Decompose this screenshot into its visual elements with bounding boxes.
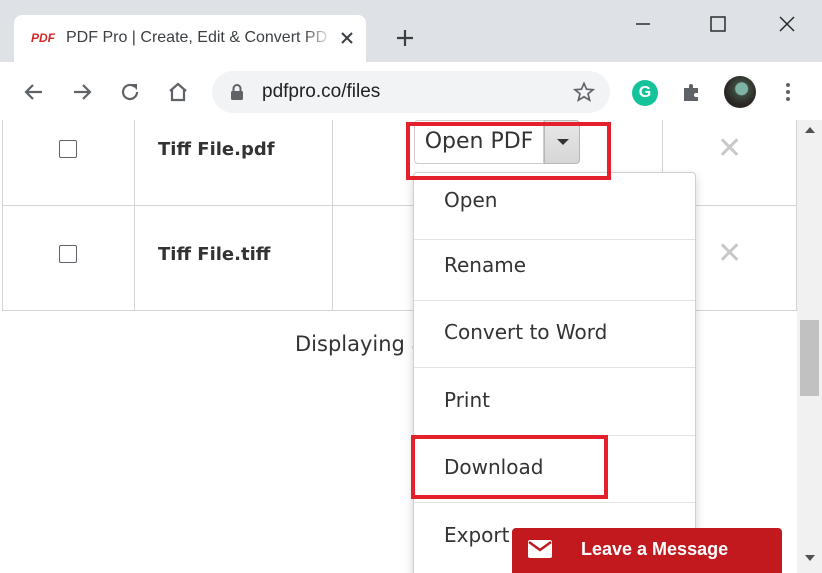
home-icon[interactable] <box>166 80 190 104</box>
back-arrow-icon[interactable] <box>22 80 46 104</box>
menu-item-label: Print <box>444 388 491 412</box>
menu-item-label: Convert to Word <box>444 320 608 344</box>
file-name[interactable]: Tiff File.tiff <box>158 244 332 265</box>
tab-title-fade <box>304 25 332 51</box>
menu-item-convert-to-word[interactable]: Convert to Word <box>414 301 695 368</box>
checkbox-cell <box>2 120 135 206</box>
page-scrollbar[interactable] <box>797 120 822 573</box>
close-window-icon[interactable] <box>777 14 797 34</box>
scroll-up-icon[interactable] <box>805 127 815 133</box>
minimize-icon[interactable] <box>633 14 653 34</box>
open-pdf-button[interactable]: Open PDF <box>414 120 544 164</box>
row-checkbox[interactable] <box>59 140 77 158</box>
menu-item-label: Rename <box>444 253 527 277</box>
file-name-cell: Tiff File.tiff <box>134 205 333 311</box>
leave-message-button[interactable]: Leave a Message <box>512 528 782 573</box>
address-bar[interactable]: pdfpro.co/files <box>212 71 610 113</box>
puzzle-icon[interactable] <box>680 80 704 104</box>
open-pdf-split-button: Open PDF <box>414 120 581 164</box>
scroll-down-icon[interactable] <box>805 555 815 561</box>
new-tab-icon[interactable] <box>395 28 415 48</box>
tab-title: PDF Pro | Create, Edit & Convert PDF <box>66 29 328 46</box>
menu-item-label: Open <box>444 188 498 212</box>
page-content: Tiff File.pdf ✕ Tiff File.tiff ✕ Display… <box>0 120 797 573</box>
url-text[interactable]: pdfpro.co/files <box>262 81 380 103</box>
file-name-cell: Tiff File.pdf <box>134 120 333 206</box>
menu-item-download[interactable]: Download <box>414 436 695 503</box>
menu-item-open[interactable]: Open <box>414 173 695 240</box>
leave-message-label: Leave a Message <box>581 539 729 559</box>
envelope-icon <box>528 540 552 558</box>
avatar[interactable] <box>724 76 756 108</box>
pdf-favicon-icon: PDF <box>31 31 55 45</box>
checkbox-cell <box>2 205 135 311</box>
reload-icon[interactable] <box>118 80 142 104</box>
menu-item-label: Export <box>444 523 510 547</box>
lock-icon[interactable] <box>230 83 244 101</box>
file-name[interactable]: Tiff File.pdf <box>158 139 332 160</box>
tab-strip: PDF PDF Pro | Create, Edit & Convert PDF <box>0 0 822 62</box>
delete-icon[interactable]: ✕ <box>717 239 796 269</box>
browser-tab[interactable]: PDF PDF Pro | Create, Edit & Convert PDF <box>14 15 366 62</box>
displaying-text: Displaying a <box>295 332 425 356</box>
dropdown-toggle-button[interactable] <box>544 120 580 164</box>
browser-toolbar: pdfpro.co/files <box>0 62 822 121</box>
actions-dropdown-menu: Open Rename Convert to Word Print Downlo… <box>413 172 696 573</box>
scrollbar-thumb[interactable] <box>800 320 819 396</box>
delete-icon[interactable]: ✕ <box>717 134 796 164</box>
grammarly-icon[interactable]: G <box>632 80 658 106</box>
kebab-menu-icon[interactable] <box>776 80 800 104</box>
star-icon[interactable] <box>573 81 595 103</box>
menu-item-rename[interactable]: Rename <box>414 234 695 301</box>
menu-item-label: Download <box>444 455 544 479</box>
close-tab-icon[interactable] <box>339 30 355 46</box>
menu-item-print[interactable]: Print <box>414 369 695 436</box>
maximize-icon[interactable] <box>708 14 728 34</box>
caret-down-icon <box>557 139 569 145</box>
row-checkbox[interactable] <box>59 245 77 263</box>
forward-arrow-icon[interactable] <box>70 80 94 104</box>
